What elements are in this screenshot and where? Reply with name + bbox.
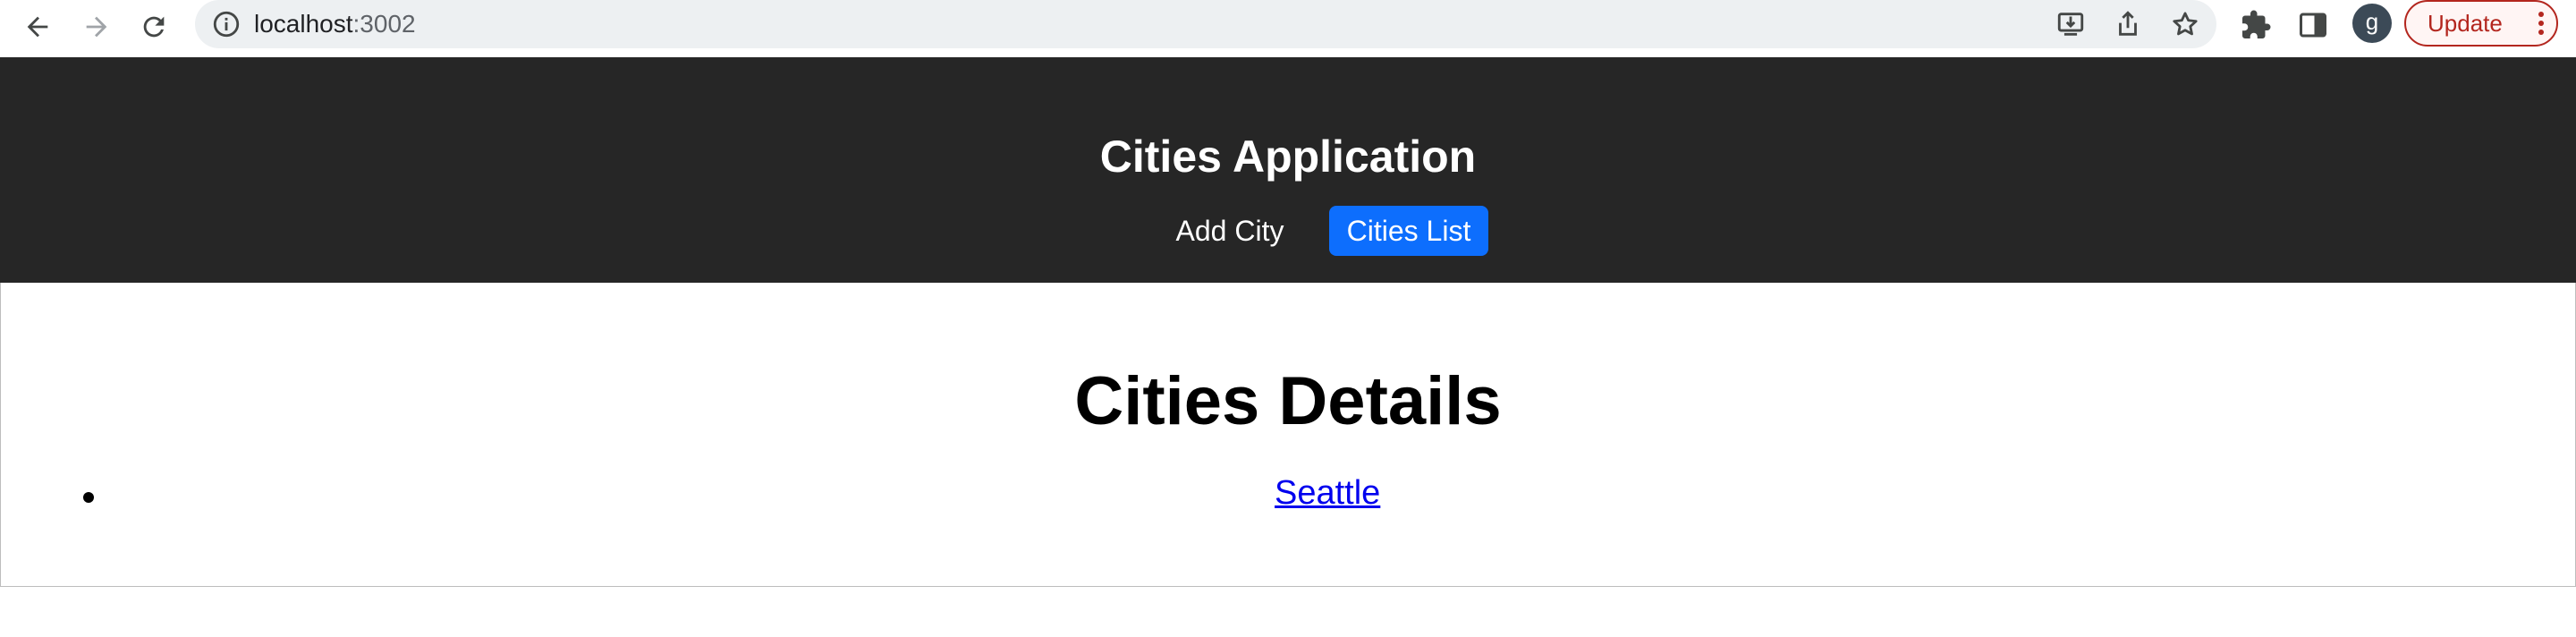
share-icon[interactable] bbox=[2113, 9, 2143, 39]
address-bar[interactable]: localhost:3002 bbox=[195, 0, 2216, 48]
app-title: Cities Application bbox=[1099, 132, 1477, 182]
side-panel-icon[interactable] bbox=[2297, 9, 2329, 41]
city-link[interactable]: Seattle bbox=[1275, 471, 1380, 515]
url-port: :3002 bbox=[352, 10, 416, 38]
kebab-menu-icon bbox=[2538, 12, 2544, 35]
profile-avatar[interactable]: g bbox=[2352, 4, 2392, 43]
url-host: localhost bbox=[254, 10, 353, 38]
install-icon[interactable] bbox=[2055, 9, 2086, 39]
list-item: Seattle bbox=[1, 471, 2575, 515]
page-title: Cities Details bbox=[1074, 363, 1502, 439]
arrow-left-icon bbox=[27, 16, 48, 38]
update-label: Update bbox=[2428, 10, 2503, 37]
nav-add-city[interactable]: Add City bbox=[1159, 206, 1301, 256]
puzzle-icon[interactable] bbox=[2240, 9, 2272, 41]
nav-cities-list[interactable]: Cities List bbox=[1329, 206, 1488, 256]
reload-icon bbox=[143, 16, 165, 38]
app-header: Cities Application Add City Cities List bbox=[0, 57, 2576, 283]
arrow-right-icon bbox=[86, 16, 107, 38]
reload-button[interactable] bbox=[132, 5, 175, 48]
bullet-icon bbox=[83, 492, 94, 503]
main-content: Cities Details Seattle bbox=[0, 283, 2576, 587]
cities-list: Seattle bbox=[1, 471, 2575, 515]
update-button[interactable]: Update bbox=[2404, 0, 2558, 47]
forward-button[interactable] bbox=[75, 5, 118, 48]
star-icon[interactable] bbox=[2170, 9, 2200, 39]
info-icon[interactable] bbox=[211, 9, 242, 39]
back-button[interactable] bbox=[16, 5, 59, 48]
url-text[interactable]: localhost:3002 bbox=[254, 9, 416, 39]
browser-toolbar: localhost:3002 g Update bbox=[0, 0, 2576, 58]
